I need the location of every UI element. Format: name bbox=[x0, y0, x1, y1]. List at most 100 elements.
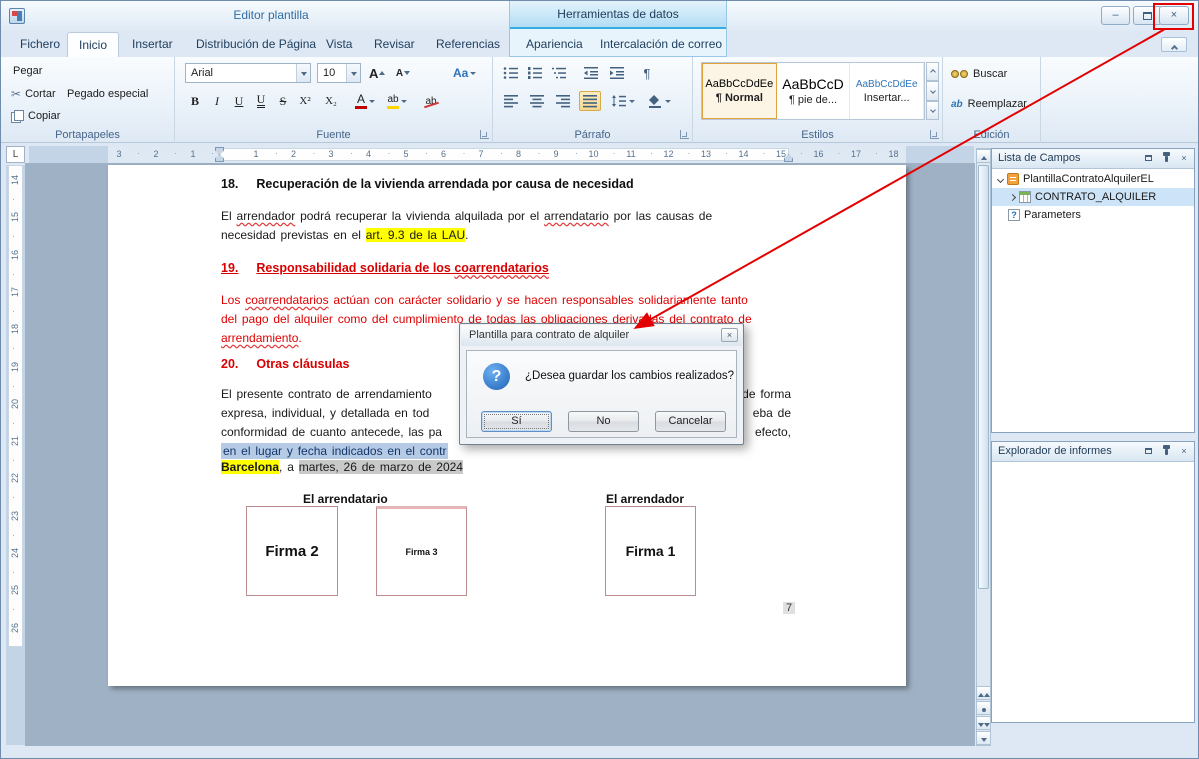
scroll-down-button[interactable] bbox=[977, 731, 990, 745]
gallery-up-button[interactable] bbox=[926, 62, 939, 81]
misspelled-word: arrendador bbox=[237, 209, 296, 223]
align-left-button[interactable] bbox=[501, 91, 521, 111]
tab-fichero[interactable]: Fichero bbox=[9, 32, 71, 57]
chevron-right-icon[interactable] bbox=[1009, 193, 1016, 200]
pin-icon bbox=[1165, 156, 1168, 162]
bullet-list-button[interactable] bbox=[501, 63, 521, 83]
group-label-styles: Estilos bbox=[693, 129, 942, 141]
paste-special-label: Pegado especial bbox=[67, 88, 148, 100]
gallery-more-button[interactable] bbox=[926, 101, 939, 120]
chevron-down-icon[interactable] bbox=[997, 175, 1004, 182]
align-justify-button[interactable] bbox=[579, 91, 601, 111]
report-explorer-header[interactable]: Explorador de informes × bbox=[992, 442, 1194, 462]
restore-panel-button[interactable] bbox=[1141, 152, 1155, 165]
bullet-list-icon bbox=[503, 66, 519, 80]
multilevel-list-button[interactable] bbox=[549, 63, 569, 83]
style-item-normal[interactable]: AaBbCcDdEe¶ Normal bbox=[702, 63, 777, 119]
tab-insertar[interactable]: Insertar bbox=[121, 32, 184, 57]
scroll-up-button[interactable] bbox=[977, 149, 990, 163]
shading-button[interactable] bbox=[645, 91, 673, 111]
increase-indent-button[interactable] bbox=[607, 63, 627, 83]
restore-panel-button[interactable] bbox=[1141, 445, 1155, 458]
next-page-button[interactable] bbox=[977, 716, 990, 730]
signature-box-3[interactable]: Firma 3 bbox=[376, 506, 467, 596]
numbered-list-button[interactable] bbox=[525, 63, 545, 83]
styles-dialog-launcher[interactable] bbox=[930, 130, 939, 139]
maximize-button[interactable] bbox=[1133, 6, 1162, 25]
yes-button[interactable]: Sí bbox=[481, 411, 552, 432]
vertical-ruler[interactable]: 14·15·16·17·18·19·20·21·22·23·24·25·26 bbox=[6, 165, 25, 745]
text-run: , a bbox=[279, 460, 299, 474]
subscript-button[interactable]: X₂ bbox=[321, 91, 341, 111]
font-color-button[interactable]: A bbox=[353, 91, 377, 111]
bold-button[interactable]: B bbox=[185, 91, 205, 111]
close-panel-button[interactable]: × bbox=[1177, 152, 1191, 165]
chevron-down-icon[interactable] bbox=[346, 64, 360, 82]
tab-vista[interactable]: Vista bbox=[315, 32, 363, 57]
pin-panel-button[interactable] bbox=[1159, 445, 1173, 458]
tab-stop-selector[interactable]: L bbox=[6, 146, 25, 163]
field-list-header[interactable]: Lista de Campos × bbox=[992, 149, 1194, 169]
clear-format-button[interactable]: ab bbox=[421, 91, 441, 111]
align-right-button[interactable] bbox=[553, 91, 573, 111]
paste-special-button[interactable]: Pegado especial bbox=[67, 88, 148, 100]
strikethrough-button[interactable]: S bbox=[273, 91, 293, 111]
tab-intercalacion-correo[interactable]: Intercalación de correo bbox=[589, 32, 733, 57]
select-browse-object-button[interactable] bbox=[977, 701, 990, 715]
pin-panel-button[interactable] bbox=[1159, 152, 1173, 165]
minimize-button[interactable]: – bbox=[1101, 6, 1130, 25]
tree-item-table[interactable]: CONTRATO_ALQUILER bbox=[992, 188, 1194, 206]
chevron-down-icon[interactable] bbox=[296, 64, 310, 82]
ruler-tick: · bbox=[12, 455, 15, 465]
paste-button[interactable]: Pegar bbox=[13, 65, 42, 77]
superscript-button[interactable]: X² bbox=[295, 91, 315, 111]
change-case-button[interactable]: Aa bbox=[451, 63, 478, 83]
shrink-font-button[interactable]: A bbox=[393, 63, 413, 83]
font-size-combobox[interactable]: 10 bbox=[317, 63, 361, 83]
paragraph-dialog-launcher[interactable] bbox=[680, 130, 689, 139]
style-name: ¶ Normal bbox=[716, 92, 763, 104]
ruler-number: 14 bbox=[10, 172, 20, 188]
style-item-pie[interactable]: AaBbCcD¶ pie de... bbox=[777, 63, 851, 119]
no-button[interactable]: No bbox=[568, 411, 639, 432]
tab-inicio[interactable]: Inicio bbox=[67, 32, 119, 57]
double-underline-button[interactable]: U bbox=[251, 91, 271, 111]
italic-button[interactable]: I bbox=[207, 91, 227, 111]
tree-item-datasource[interactable]: PlantillaContratoAlquilerEL bbox=[992, 170, 1194, 188]
replace-button[interactable]: abReemplazar bbox=[951, 98, 1027, 110]
dialog-close-button[interactable]: × bbox=[721, 328, 738, 342]
align-center-button[interactable] bbox=[527, 91, 547, 111]
tab-revisar[interactable]: Revisar bbox=[363, 32, 426, 57]
close-button[interactable]: × bbox=[1159, 6, 1189, 25]
decrease-indent-button[interactable] bbox=[581, 63, 601, 83]
ruler-tick: · bbox=[313, 148, 316, 158]
cancel-button[interactable]: Cancelar bbox=[655, 411, 726, 432]
cut-button[interactable]: ✂Cortar bbox=[11, 88, 56, 100]
document-scrollbar[interactable] bbox=[976, 148, 991, 746]
save-confirmation-dialog: Plantilla para contrato de alquiler × ? … bbox=[459, 323, 744, 445]
show-marks-button[interactable]: ¶ bbox=[637, 63, 657, 83]
tree-item-parameters[interactable]: ?Parameters bbox=[992, 206, 1194, 224]
line-spacing-button[interactable] bbox=[609, 91, 637, 111]
font-family-combobox[interactable]: Arial bbox=[185, 63, 311, 83]
tab-apariencia[interactable]: Apariencia bbox=[515, 32, 594, 57]
signature-box-2[interactable]: Firma 2 bbox=[246, 506, 338, 596]
highlight-button[interactable]: ab bbox=[385, 91, 409, 111]
horizontal-ruler[interactable]: 3·2·1·1·2·3·4·5·6·7·8·9·10·11·12·13·14·1… bbox=[29, 146, 974, 163]
previous-page-button[interactable] bbox=[977, 686, 990, 700]
style-item-insertar[interactable]: AaBbCcDdEeInsertar... bbox=[850, 63, 924, 119]
find-button[interactable]: Buscar bbox=[951, 68, 1007, 80]
dialog-titlebar[interactable]: Plantilla para contrato de alquiler bbox=[461, 325, 742, 346]
gallery-down-button[interactable] bbox=[926, 81, 939, 100]
grow-font-button[interactable]: A bbox=[367, 63, 387, 83]
underline-button[interactable]: U bbox=[229, 91, 249, 111]
tab-referencias[interactable]: Referencias bbox=[425, 32, 511, 57]
scrollbar-thumb[interactable] bbox=[978, 165, 989, 589]
tab-distribucion[interactable]: Distribución de Página bbox=[185, 32, 327, 57]
copy-button[interactable]: Copiar bbox=[11, 110, 60, 122]
heading-number: 19. bbox=[221, 261, 238, 275]
highlight-icon: ab bbox=[387, 94, 398, 105]
close-panel-button[interactable]: × bbox=[1177, 445, 1191, 458]
font-dialog-launcher[interactable] bbox=[480, 130, 489, 139]
signature-box-1[interactable]: Firma 1 bbox=[605, 506, 696, 596]
